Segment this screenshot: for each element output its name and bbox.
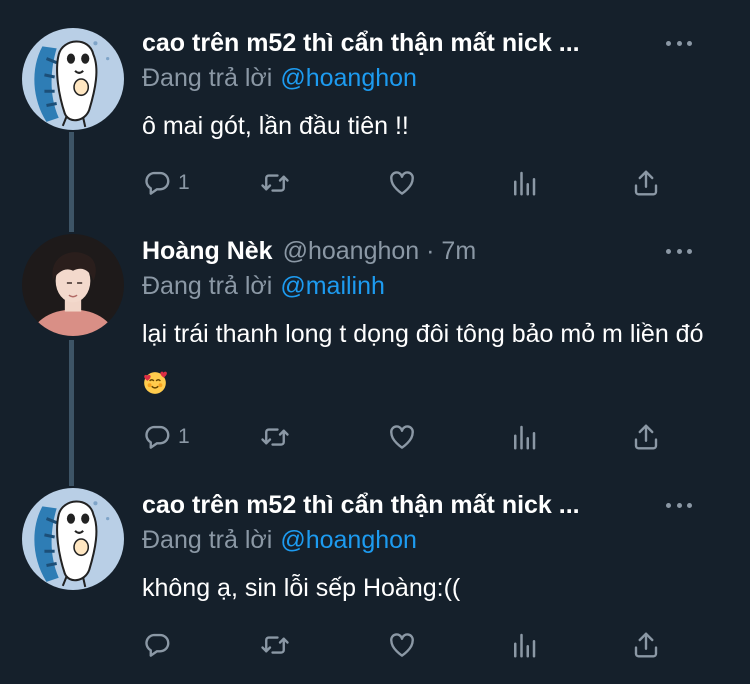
- like-button[interactable]: [387, 166, 417, 200]
- retweet-button[interactable]: [260, 628, 290, 662]
- views-icon: [509, 630, 539, 660]
- reply-count: 1: [178, 425, 190, 448]
- share-button[interactable]: [631, 628, 661, 662]
- action-bar: 1: [142, 166, 682, 200]
- reply-button[interactable]: [142, 628, 178, 662]
- replying-label: Đang trả lời: [142, 272, 273, 300]
- display-name[interactable]: cao trên m52 thì cẩn thận mất nick ...: [142, 29, 580, 58]
- tweet-text-block: lại trái thanh long t dọng đôi tông bảo …: [142, 309, 727, 409]
- more-icon[interactable]: [666, 493, 692, 517]
- tweet-text: lại trái thanh long t dọng đôi tông bảo …: [142, 320, 704, 348]
- mention-link[interactable]: @hoanghon: [280, 64, 417, 92]
- share-button[interactable]: [631, 420, 661, 454]
- views-button[interactable]: [509, 628, 539, 662]
- retweet-icon: [260, 168, 290, 198]
- retweet-button[interactable]: [260, 420, 290, 454]
- anime-avatar-image: [22, 488, 124, 590]
- replying-to: Đang trả lời @hoanghon: [142, 526, 417, 555]
- reply-button[interactable]: 1: [142, 166, 190, 200]
- reply-icon: [142, 422, 172, 452]
- share-icon: [631, 168, 661, 198]
- share-icon: [631, 630, 661, 660]
- retweet-icon: [260, 422, 290, 452]
- views-button[interactable]: [509, 166, 539, 200]
- views-button[interactable]: [509, 420, 539, 454]
- reply-icon: [142, 630, 172, 660]
- like-icon: [387, 630, 417, 660]
- replying-label: Đang trả lời: [142, 64, 273, 92]
- like-icon: [387, 168, 417, 198]
- retweet-button[interactable]: [260, 166, 290, 200]
- tweet-text: ô mai gót, lần đầu tiên !!: [142, 112, 409, 140]
- avatar[interactable]: [22, 488, 124, 590]
- display-name[interactable]: Hoàng Nèk: [142, 237, 273, 266]
- like-button[interactable]: [387, 420, 417, 454]
- reply-count: 1: [178, 171, 190, 194]
- reply-icon: [142, 168, 172, 198]
- replying-to: Đang trả lời @mailinh: [142, 272, 385, 301]
- more-icon[interactable]: [666, 239, 692, 263]
- avatar[interactable]: [22, 28, 124, 130]
- share-button[interactable]: [631, 166, 661, 200]
- views-icon: [509, 422, 539, 452]
- avatar[interactable]: [22, 234, 124, 336]
- like-icon: [387, 422, 417, 452]
- more-icon[interactable]: [666, 31, 692, 55]
- like-button[interactable]: [387, 628, 417, 662]
- display-name[interactable]: cao trên m52 thì cẩn thận mất nick ...: [142, 491, 580, 520]
- retweet-icon: [260, 630, 290, 660]
- action-bar: 1: [142, 420, 682, 454]
- person-avatar-image: [22, 234, 124, 336]
- anime-avatar-image: [22, 28, 124, 130]
- mention-link[interactable]: @mailinh: [280, 272, 385, 300]
- tweet[interactable]: cao trên m52 thì cẩn thận mất nick ... Đ…: [0, 0, 750, 220]
- replying-to: Đang trả lời @hoanghon: [142, 64, 417, 93]
- tweet[interactable]: cao trên m52 thì cẩn thận mất nick ... Đ…: [0, 480, 750, 684]
- smiling-hearts-emoji: [144, 371, 167, 394]
- share-icon: [631, 422, 661, 452]
- replying-label: Đang trả lời: [142, 526, 273, 554]
- reply-button[interactable]: 1: [142, 420, 190, 454]
- tweet[interactable]: Hoàng Nèk @hoanghon · 7m Đang trả lời @ma…: [0, 220, 750, 480]
- mention-link[interactable]: @hoanghon: [280, 526, 417, 554]
- views-icon: [509, 168, 539, 198]
- action-bar: [142, 628, 682, 662]
- tweet-text: không ạ, sin lỗi sếp Hoàng:((: [142, 574, 461, 602]
- handle[interactable]: @hoanghon · 7m: [283, 237, 477, 266]
